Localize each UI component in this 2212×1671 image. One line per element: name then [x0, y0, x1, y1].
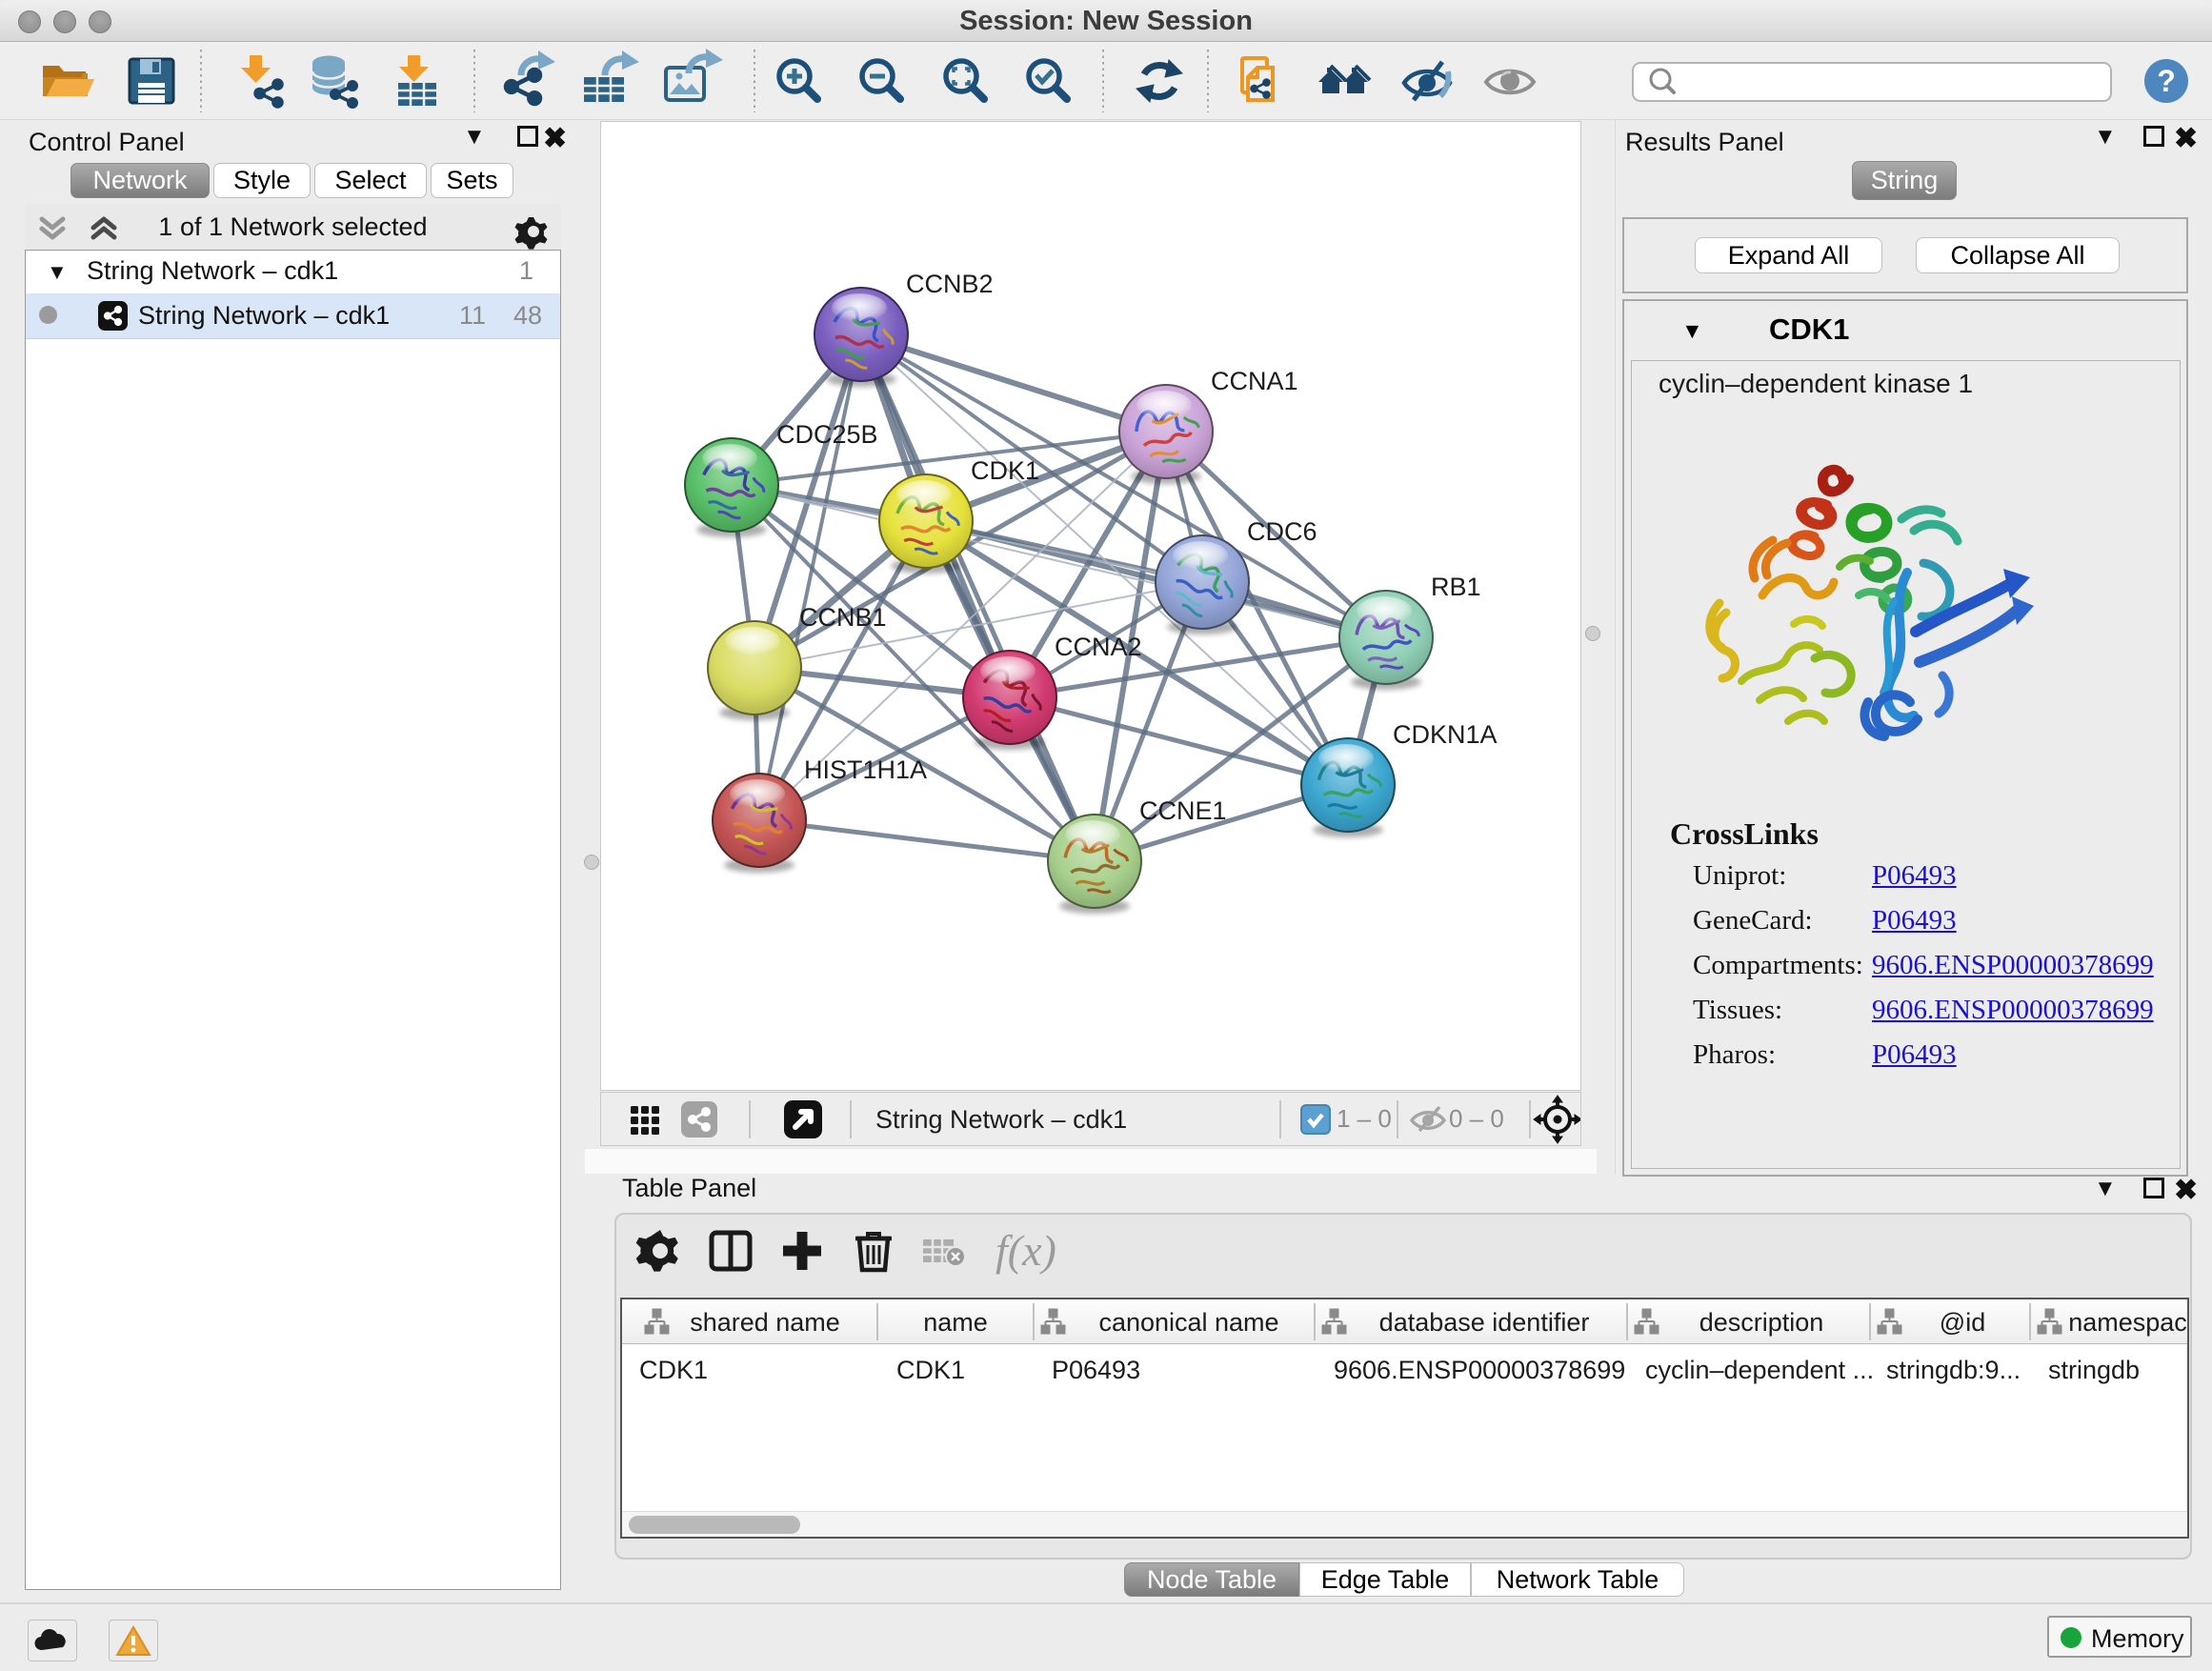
svg-text:CDKN1A: CDKN1A: [1393, 720, 1498, 749]
svg-text:shared name: shared name: [690, 1308, 840, 1337]
svg-text:namespace: namespace: [2068, 1308, 2187, 1337]
svg-text:1 – 0: 1 – 0: [1337, 1104, 1392, 1133]
svg-text:HIST1H1A: HIST1H1A: [804, 755, 927, 784]
svg-text:CCNA1: CCNA1: [1211, 367, 1298, 395]
svg-text:f(x): f(x): [995, 1226, 1056, 1275]
svg-text:CCNE1: CCNE1: [1139, 796, 1227, 825]
svg-text:CCNB2: CCNB2: [906, 270, 994, 298]
svg-text:CDK1: CDK1: [971, 456, 1039, 485]
svg-text:String Network – cdk1: String Network – cdk1: [875, 1105, 1127, 1134]
svg-text:CDC25B: CDC25B: [776, 420, 878, 449]
svg-text:CCNB1: CCNB1: [799, 603, 887, 632]
svg-text:canonical name: canonical name: [1098, 1308, 1278, 1337]
svg-text:0 – 0: 0 – 0: [1449, 1104, 1504, 1133]
svg-text:CDC6: CDC6: [1247, 517, 1317, 546]
svg-text:database identifier: database identifier: [1379, 1308, 1590, 1337]
svg-text:?: ?: [2157, 64, 2176, 98]
svg-text:@id: @id: [1940, 1308, 1985, 1337]
svg-text:name: name: [923, 1308, 988, 1337]
svg-text:RB1: RB1: [1431, 573, 1481, 601]
svg-text:CCNA2: CCNA2: [1055, 633, 1142, 661]
svg-text:description: description: [1699, 1308, 1824, 1337]
